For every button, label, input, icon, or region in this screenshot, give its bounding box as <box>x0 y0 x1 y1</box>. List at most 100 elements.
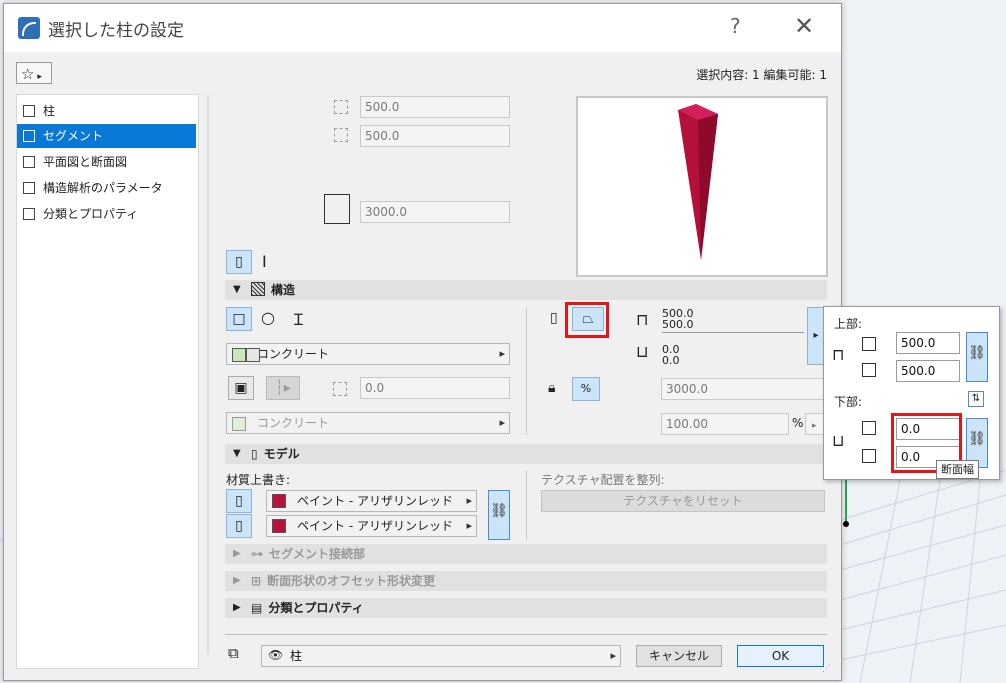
section-title: セグメント接続部 <box>269 547 366 561</box>
highlight-box <box>565 302 609 338</box>
surface-icon: ▯ <box>235 493 243 509</box>
offset-icon: ⊞ <box>251 574 262 588</box>
lock-length-icon[interactable]: 🔒︎ <box>548 380 555 396</box>
chevron-right-icon: ▸ <box>813 330 819 341</box>
percent-stepper[interactable]: ▸ <box>805 413 825 435</box>
cancel-button[interactable]: キャンセル <box>636 645 722 667</box>
offset-icon <box>333 382 347 396</box>
core-offset-field[interactable]: 0.0 <box>360 377 510 399</box>
section-model[interactable]: ▼ ▯ モデル <box>225 444 827 464</box>
layer-dropdown[interactable]: 柱 <box>261 645 621 667</box>
depth-field[interactable]: 500.0 <box>360 125 510 147</box>
bottom-depth-value: 0.0 <box>662 354 680 367</box>
core-options-button[interactable]: ┆▸ <box>266 376 300 400</box>
width-icon <box>862 337 876 351</box>
percent-toggle-button[interactable]: % <box>572 377 600 401</box>
height-field[interactable]: 3000.0 <box>360 201 510 223</box>
texture-align-label: テクスチャ配置を整列: <box>541 473 665 487</box>
favorites-button[interactable]: ☆ ▸ <box>16 62 52 84</box>
length-field[interactable]: 3000.0 <box>661 378 825 400</box>
divider <box>526 307 527 435</box>
section-title: 断面形状のオフセット形状変更 <box>267 574 436 588</box>
structure-material-dropdown[interactable]: コンクリート <box>226 343 510 365</box>
settings-nav: 柱 セグメント 平面図と断面図 構造解析のパラメータ 分類とプロパティ <box>16 94 199 669</box>
divider <box>526 470 527 540</box>
triangle-right-icon: ▶ <box>233 575 241 586</box>
structural-icon <box>23 182 35 194</box>
top-depth-value: 500.0 <box>662 318 694 331</box>
nav-item-floorplan-section[interactable]: 平面図と断面図 <box>17 150 196 174</box>
paint-swatch <box>272 494 286 508</box>
help-button[interactable]: ? <box>730 14 741 38</box>
nav-item-label: 柱 <box>43 104 56 118</box>
preview-3d <box>576 96 828 277</box>
section-segment-connection[interactable]: ▶ ⊶ セグメント接続部 <box>225 544 827 564</box>
section-structure[interactable]: ▼ 構造 <box>225 280 827 300</box>
segment-icon <box>23 130 35 142</box>
nav-item-classification[interactable]: 分類とプロパティ <box>17 202 196 226</box>
reset-texture-button[interactable]: テクスチャをリセット <box>541 490 825 512</box>
section-classification[interactable]: ▶ ▤ 分類とプロパティ <box>225 598 827 618</box>
chevron-right-icon: ▸ <box>812 421 817 431</box>
section-profile-offset[interactable]: ▶ ⊞ 断面形状のオフセット形状変更 <box>225 571 827 591</box>
depth-icon <box>862 449 876 463</box>
top-width-input[interactable]: 500.0 <box>896 332 960 354</box>
swap-top-bottom-button[interactable]: ⇅ <box>968 391 984 407</box>
core-material-dropdown[interactable]: コンクリート <box>226 412 510 434</box>
selection-info: 選択内容: 1 編集可能: 1 <box>696 68 827 82</box>
core-icon: ▣ <box>234 380 248 396</box>
title-bar: 選択した柱の設定 ? ✕ <box>4 4 841 52</box>
model-icon: ▯ <box>251 447 258 461</box>
swap-icon: ⇅ <box>971 393 981 404</box>
star-icon: ☆ <box>21 65 35 83</box>
column-i-icon[interactable]: Ⅰ <box>262 252 267 271</box>
square-icon: □ <box>232 311 246 327</box>
profile-circle-button[interactable]: ○ <box>261 308 275 327</box>
bottom-section-icon: ⊔ <box>636 342 649 361</box>
depth-icon <box>862 363 876 377</box>
top-section-icon: ⊓ <box>636 310 649 329</box>
ok-button[interactable]: OK <box>737 645 824 667</box>
paint-side-dropdown[interactable]: ペイント - アリザリンレッド <box>266 515 477 537</box>
material-swatch-icon <box>246 348 260 362</box>
window-title: 選択した柱の設定 <box>48 21 184 41</box>
override-top-button[interactable]: ▯ <box>226 489 252 513</box>
width-field[interactable]: 500.0 <box>360 96 510 118</box>
resize-grip[interactable]: ⋰ <box>822 664 836 678</box>
nav-item-label: 平面図と断面図 <box>43 155 128 169</box>
top-depth-input[interactable]: 500.0 <box>896 360 960 382</box>
nav-item-structural-analysis[interactable]: 構造解析のパラメータ <box>17 176 196 200</box>
paint-label: ペイント - アリザリンレッド <box>297 494 453 508</box>
bottom-section-icon: ⊔ <box>832 431 845 450</box>
link-paint-button[interactable]: ⛓︎ <box>488 490 510 540</box>
connection-icon: ⊶ <box>251 547 263 561</box>
column-straight-icon: ▯ <box>235 254 243 270</box>
link-top-button[interactable]: ⛓︎ <box>966 332 988 382</box>
straight-column-icon[interactable]: ▯ <box>550 310 558 326</box>
material-swatch-icon <box>232 417 246 431</box>
column-type-straight-button[interactable]: ▯ <box>226 250 252 274</box>
override-side-button[interactable]: ▯ <box>226 514 252 538</box>
footer-divider <box>225 634 827 635</box>
close-button[interactable]: ✕ <box>794 12 814 40</box>
paint-top-dropdown[interactable]: ペイント - アリザリンレッド <box>266 490 477 512</box>
percent-icon: % <box>580 382 592 395</box>
profile-custom-button[interactable]: Ɪ <box>294 308 303 330</box>
nav-item-segment[interactable]: セグメント <box>17 124 196 148</box>
core-toggle-button[interactable]: ▣ <box>228 376 254 400</box>
profile-rect-button[interactable]: □ <box>226 307 252 331</box>
material-swatch-icon <box>232 348 246 362</box>
chain-link-icon: ⛓︎ <box>490 503 508 519</box>
material-label: コンクリート <box>257 416 330 430</box>
options-icon: ┆▸ <box>275 380 291 396</box>
percent-field[interactable]: 100.00 <box>661 413 789 435</box>
paint-label: ペイント - アリザリンレッド <box>297 519 453 533</box>
column-settings-dialog: 選択した柱の設定 ? ✕ ☆ ▸ 選択内容: 1 編集可能: 1 柱 セグメント… <box>3 3 842 681</box>
bottom-label: 下部: <box>834 395 863 409</box>
eye-icon: 👁︎ <box>268 648 284 662</box>
nav-item-column[interactable]: 柱 <box>17 99 196 123</box>
surface-icon: ▯ <box>235 518 243 534</box>
archicad-icon <box>18 17 40 39</box>
nav-item-label: 分類とプロパティ <box>43 207 139 221</box>
document-icon: ▤ <box>251 601 263 615</box>
